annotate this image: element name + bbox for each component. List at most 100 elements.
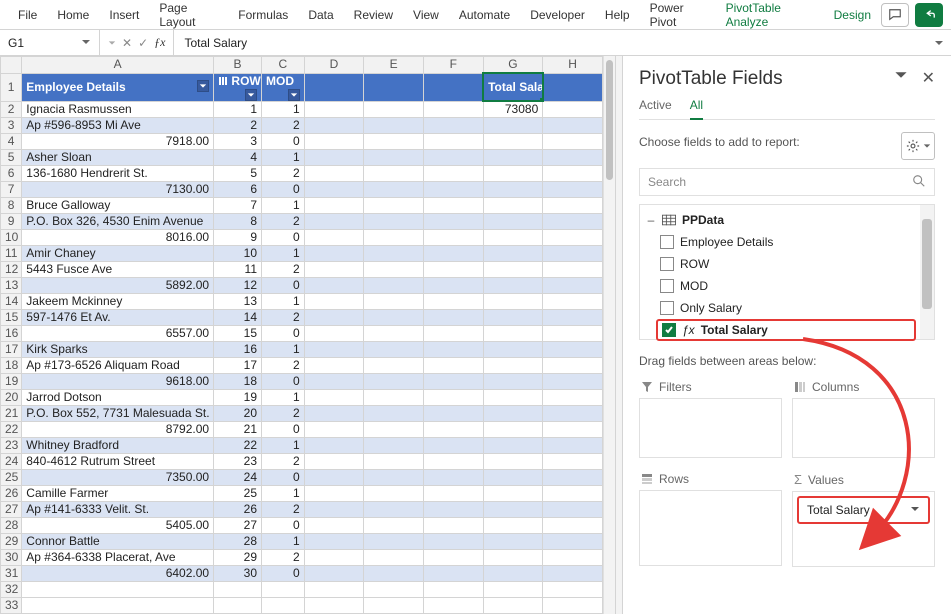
cell[interactable]: 8792.00 <box>22 422 214 438</box>
cell[interactable]: 20 <box>214 406 262 422</box>
cell[interactable]: 6402.00 <box>22 566 214 582</box>
filter-dropdown-icon[interactable] <box>197 80 209 92</box>
name-box[interactable]: G1 <box>0 30 100 56</box>
cell[interactable]: 0 <box>262 374 305 390</box>
subtab-active[interactable]: Active <box>639 98 672 119</box>
cell[interactable]: 6557.00 <box>22 326 214 342</box>
tools-button[interactable] <box>901 132 935 160</box>
cell[interactable]: 7 <box>214 198 262 214</box>
fx-icon[interactable]: ƒx <box>154 35 165 50</box>
row-header[interactable]: 22 <box>1 422 22 438</box>
tab-insert[interactable]: Insert <box>99 0 149 30</box>
row-header[interactable]: 18 <box>1 358 22 374</box>
filter-dropdown-icon[interactable] <box>245 89 257 101</box>
table-header-cell[interactable]: MOD <box>262 73 305 101</box>
cell[interactable]: 17 <box>214 358 262 374</box>
cell[interactable]: Kirk Sparks <box>22 342 214 358</box>
row-header[interactable]: 13 <box>1 278 22 294</box>
cell[interactable]: 28 <box>214 534 262 550</box>
tab-review[interactable]: Review <box>344 0 403 30</box>
cell[interactable]: 12 <box>214 278 262 294</box>
formula-expand-button[interactable] <box>927 38 951 48</box>
chevron-down-icon[interactable] <box>81 36 91 50</box>
select-all-cell[interactable] <box>1 57 22 74</box>
active-cell[interactable]: Total Salary <box>483 73 543 101</box>
row-header[interactable]: 12 <box>1 262 22 278</box>
cell[interactable]: Bruce Galloway <box>22 198 214 214</box>
scrollbar-thumb[interactable] <box>922 219 932 309</box>
row-header[interactable]: 28 <box>1 518 22 534</box>
cell[interactable]: 2 <box>262 454 305 470</box>
col-header-f[interactable]: F <box>423 57 483 74</box>
row-header[interactable]: 10 <box>1 230 22 246</box>
fx-dropdown-icon[interactable] <box>108 36 116 50</box>
cell[interactable]: Asher Sloan <box>22 150 214 166</box>
row-header[interactable]: 31 <box>1 566 22 582</box>
cell[interactable]: 2 <box>262 550 305 566</box>
cell[interactable]: 2 <box>262 118 305 134</box>
cell[interactable]: 8 <box>214 214 262 230</box>
cell[interactable]: 0 <box>262 518 305 534</box>
cell[interactable]: 1 <box>262 438 305 454</box>
row-header[interactable]: 33 <box>1 598 22 614</box>
cell[interactable]: 22 <box>214 438 262 454</box>
fieldlist-scrollbar[interactable] <box>920 205 934 339</box>
cell[interactable]: 1 <box>262 390 305 406</box>
cell[interactable]: Ap #173-6526 Aliquam Road <box>22 358 214 374</box>
cell[interactable]: 30 <box>214 566 262 582</box>
cell[interactable]: 1 <box>262 486 305 502</box>
cell[interactable]: 26 <box>214 502 262 518</box>
tab-developer[interactable]: Developer <box>520 0 595 30</box>
cell[interactable]: 16 <box>214 342 262 358</box>
cell[interactable]: 11 <box>214 262 262 278</box>
cell[interactable]: 2 <box>262 262 305 278</box>
cell[interactable]: Jarrod Dotson <box>22 390 214 406</box>
cell[interactable]: 0 <box>262 422 305 438</box>
cell[interactable]: 2 <box>262 358 305 374</box>
cell[interactable]: 9 <box>214 230 262 246</box>
row-header[interactable]: 15 <box>1 310 22 326</box>
cell[interactable]: 6 <box>214 182 262 198</box>
field-item[interactable]: Employee Details <box>640 231 934 253</box>
cell[interactable]: 1 <box>262 198 305 214</box>
cell[interactable]: 15 <box>214 326 262 342</box>
cell[interactable]: Ignacia Rasmussen <box>22 101 214 118</box>
row-header[interactable]: 1 <box>1 73 22 101</box>
cell[interactable]: 24 <box>214 470 262 486</box>
cell[interactable]: 3 <box>214 134 262 150</box>
row-header[interactable]: 21 <box>1 406 22 422</box>
table-header-cell[interactable]: ROW <box>214 73 262 101</box>
col-header-d[interactable]: D <box>304 57 364 74</box>
cell[interactable]: 21 <box>214 422 262 438</box>
col-header-a[interactable]: A <box>22 57 214 74</box>
cell[interactable]: Jakeem Mckinney <box>22 294 214 310</box>
row-header[interactable]: 2 <box>1 101 22 118</box>
cell[interactable]: Ap #596-8953 Mi Ave <box>22 118 214 134</box>
cell[interactable]: 25 <box>214 486 262 502</box>
field-checkbox[interactable] <box>660 301 674 315</box>
tab-formulas[interactable]: Formulas <box>228 0 298 30</box>
field-table-root[interactable]: – PPData <box>640 209 934 231</box>
value-field-chip[interactable]: Total Salary <box>797 496 930 524</box>
cell[interactable]: 7130.00 <box>22 182 214 198</box>
sheet-vertical-scrollbar[interactable] <box>603 56 615 614</box>
row-header[interactable]: 7 <box>1 182 22 198</box>
cell[interactable]: Ap #364-6338 Placerat, Ave <box>22 550 214 566</box>
cell[interactable]: 0 <box>262 470 305 486</box>
row-header[interactable]: 26 <box>1 486 22 502</box>
col-header-g[interactable]: G <box>483 57 543 74</box>
share-button[interactable] <box>915 3 943 27</box>
tab-pivottable-analyze[interactable]: PivotTable Analyze <box>716 0 824 30</box>
row-header[interactable]: 24 <box>1 454 22 470</box>
cell[interactable]: 1 <box>262 150 305 166</box>
enter-icon[interactable]: ✓ <box>138 36 148 50</box>
area-filters-drop[interactable] <box>639 398 782 458</box>
cell[interactable]: 2 <box>214 118 262 134</box>
row-header[interactable]: 9 <box>1 214 22 230</box>
panel-close-button[interactable]: ✕ <box>922 68 935 88</box>
tab-power-pivot[interactable]: Power Pivot <box>640 0 716 30</box>
tab-data[interactable]: Data <box>298 0 343 30</box>
chevron-down-icon[interactable] <box>910 503 920 517</box>
collapse-icon[interactable]: – <box>646 213 656 227</box>
cell[interactable]: 27 <box>214 518 262 534</box>
